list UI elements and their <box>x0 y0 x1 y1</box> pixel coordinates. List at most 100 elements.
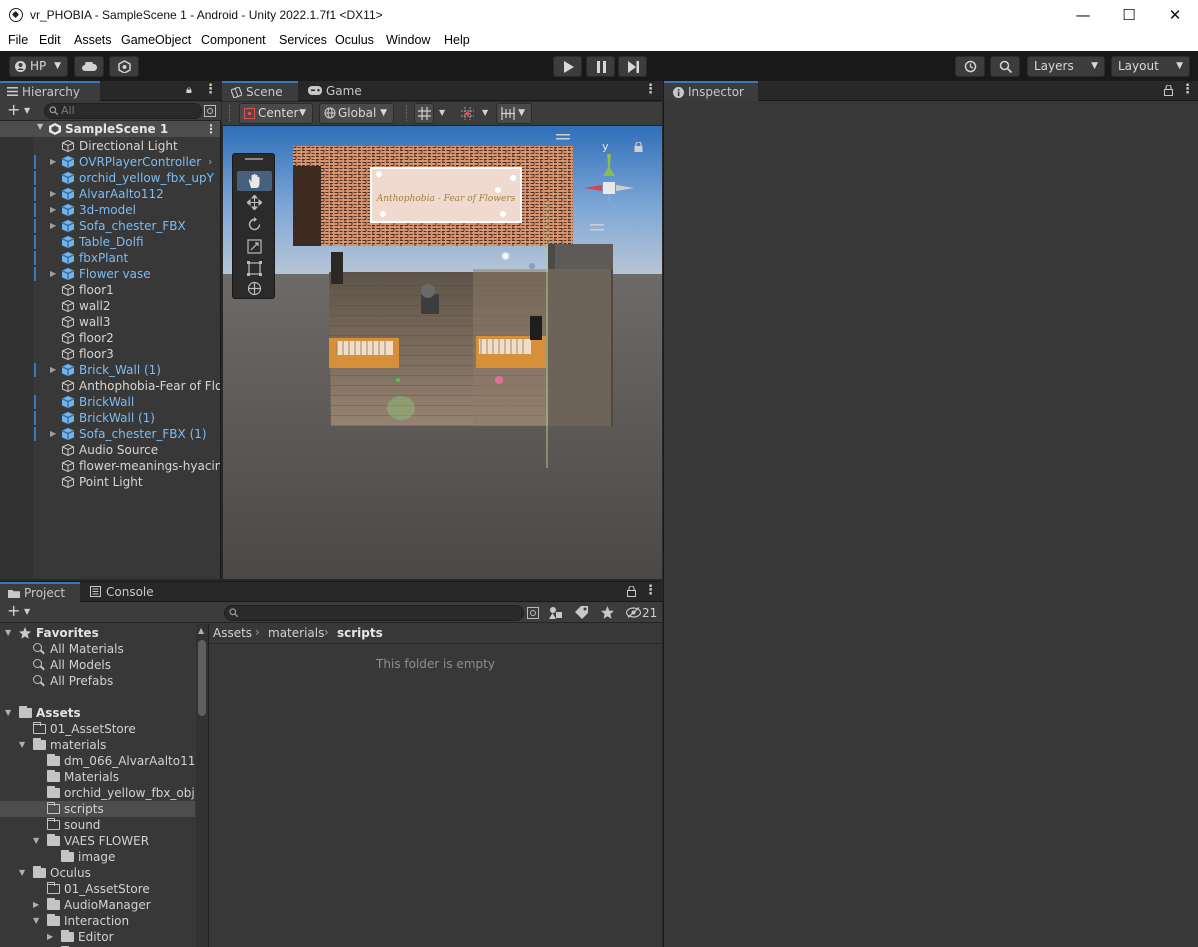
fold-closed-icon[interactable]: ▶ <box>50 186 56 202</box>
project-tree-item[interactable]: ▼ Favorites <box>0 625 195 641</box>
hierarchy-item[interactable]: fbxPlant <box>0 250 220 266</box>
hierarchy-item[interactable]: Audio Source <box>0 442 220 458</box>
search-by-type-icon[interactable] <box>527 607 539 619</box>
more-menu-icon[interactable]: ⋮ <box>644 82 657 97</box>
project-tree-item[interactable]: ▶ Editor <box>0 929 195 945</box>
orientation-gizmo[interactable]: y <box>578 140 648 231</box>
tree-scrollbar-thumb[interactable] <box>198 640 206 716</box>
project-tree-item[interactable]: 01_AssetStore <box>0 881 195 897</box>
breadcrumb-materials[interactable]: materials <box>268 626 324 640</box>
scale-tool-button[interactable] <box>237 237 272 257</box>
project-tree-item[interactable]: sound <box>0 817 195 833</box>
perspective-icon[interactable] <box>590 224 604 231</box>
tree-scrollbar[interactable]: ▲ <box>196 624 208 947</box>
fold-open-icon[interactable]: ▼ <box>33 833 39 849</box>
project-tree-item[interactable]: orchid_yellow_fbx_obj <box>0 785 195 801</box>
project-tree-item[interactable]: Materials <box>0 769 195 785</box>
view-options-dropdown[interactable]: ▼ <box>496 103 532 124</box>
tab-scene[interactable]: Scene <box>222 81 298 101</box>
hierarchy-search-input[interactable]: All <box>44 103 202 119</box>
fold-open-icon[interactable]: ▼ <box>5 625 11 641</box>
fold-closed-icon[interactable]: ▶ <box>33 897 39 913</box>
menu-window[interactable]: Window <box>386 33 430 47</box>
hidden-packages-icon[interactable] <box>626 607 641 618</box>
hierarchy-item[interactable]: ▶ OVRPlayerController › <box>0 154 220 170</box>
hierarchy-item[interactable]: ▶ Sofa_chester_FBX (1) <box>0 426 220 442</box>
hierarchy-item[interactable]: ▶ Flower vase <box>0 266 220 282</box>
project-tree-item[interactable]: scripts <box>0 801 195 817</box>
account-dropdown[interactable]: HP ▼ <box>9 56 68 77</box>
menu-assets[interactable]: Assets <box>74 33 112 47</box>
project-tree-item[interactable]: ▼ VAES FLOWER <box>0 833 195 849</box>
add-icon[interactable]: + <box>7 601 20 620</box>
project-tree-item[interactable]: All Models <box>0 657 195 673</box>
scene-row[interactable]: ▼ SampleScene 1 ⋮ <box>0 121 220 137</box>
scene-visibility-icon[interactable] <box>204 105 216 117</box>
project-tree-item[interactable]: ▼ Oculus <box>0 865 195 881</box>
star-icon[interactable] <box>601 606 614 619</box>
move-tool-button[interactable] <box>237 193 272 213</box>
fold-open-icon[interactable]: ▼ <box>5 705 11 721</box>
hierarchy-item[interactable]: Anthophobia-Fear of Flov <box>0 378 220 394</box>
scroll-up-icon[interactable]: ▲ <box>198 626 204 635</box>
tab-project[interactable]: Project <box>0 582 80 602</box>
hierarchy-item[interactable]: floor2 <box>0 330 220 346</box>
project-tree-item[interactable]: All Prefabs <box>0 673 195 689</box>
fold-closed-icon[interactable]: ▶ <box>50 362 56 378</box>
project-search-input[interactable] <box>224 605 524 621</box>
fold-open-icon[interactable]: ▼ <box>19 865 25 881</box>
fold-closed-icon[interactable]: ▶ <box>50 266 56 282</box>
chevron-right-icon[interactable]: › <box>208 154 212 170</box>
tab-inspector[interactable]: Inspector <box>664 81 758 101</box>
add-icon[interactable]: + <box>7 100 20 119</box>
chevron-down-icon[interactable]: ▼ <box>482 108 488 117</box>
grid-snap-button[interactable] <box>414 103 434 124</box>
hierarchy-item[interactable]: BrickWall (1) <box>0 410 220 426</box>
transform-tool-button[interactable] <box>237 279 272 299</box>
project-tree-item[interactable]: All Materials <box>0 641 195 657</box>
fold-open-icon[interactable]: ▼ <box>33 913 39 929</box>
hierarchy-item[interactable]: wall3 <box>0 314 220 330</box>
hierarchy-item[interactable]: Table_Dolfi <box>0 234 220 250</box>
breadcrumb-assets[interactable]: Assets <box>213 626 252 640</box>
layout-dropdown[interactable]: Layout ▼ <box>1111 56 1190 77</box>
fold-open-icon[interactable]: ▼ <box>19 737 25 753</box>
menu-oculus[interactable]: Oculus <box>335 33 374 47</box>
project-tree-item[interactable]: 01_AssetStore <box>0 721 195 737</box>
hierarchy-item[interactable]: ▶ Brick_Wall (1) <box>0 362 220 378</box>
menu-gameobject[interactable]: GameObject <box>121 33 191 47</box>
lock-icon[interactable]: 🔒︎ <box>186 83 192 97</box>
menu-component[interactable]: Component <box>201 33 266 47</box>
hierarchy-item[interactable]: orchid_yellow_fbx_upY <box>0 170 220 186</box>
breadcrumb-scripts[interactable]: scripts <box>337 626 383 640</box>
hierarchy-item[interactable]: ▶ Sofa_chester_FBX <box>0 218 220 234</box>
hierarchy-item[interactable]: ▶ 3d-model <box>0 202 220 218</box>
lock-icon[interactable] <box>627 586 636 597</box>
hierarchy-item[interactable]: Point Light <box>0 474 220 490</box>
scene-viewport[interactable]: Anthophobia - Fear of Flowers ✺ y <box>223 126 662 579</box>
close-button[interactable]: ✕ <box>1152 0 1198 31</box>
space-global-dropdown[interactable]: Global ▼ <box>319 103 394 124</box>
hand-tool-button[interactable] <box>237 171 272 191</box>
tab-game[interactable]: Game <box>302 81 372 101</box>
step-button[interactable] <box>618 56 647 77</box>
lock-icon[interactable] <box>1164 85 1173 96</box>
lock-icon[interactable] <box>634 142 643 152</box>
more-menu-icon[interactable]: ⋮ <box>644 583 657 598</box>
hierarchy-item[interactable]: Directional Light <box>0 138 220 154</box>
hierarchy-item[interactable]: floor1 <box>0 282 220 298</box>
project-tree-item[interactable]: ▼ Interaction <box>0 913 195 929</box>
project-tree-item[interactable]: image <box>0 849 195 865</box>
chevron-down-icon[interactable]: ▼ <box>439 108 445 117</box>
fold-closed-icon[interactable]: ▶ <box>50 202 56 218</box>
hierarchy-item[interactable]: ▶ AlvarAalto112 <box>0 186 220 202</box>
filter-by-label-icon[interactable] <box>575 606 588 619</box>
scene-menu-icon[interactable]: ⋮ <box>205 121 217 137</box>
pivot-center-dropdown[interactable]: Center ▼ <box>239 103 313 124</box>
rect-tool-button[interactable] <box>237 259 272 279</box>
chevron-down-icon[interactable]: ▼ <box>24 106 30 115</box>
tab-hierarchy[interactable]: Hierarchy <box>0 81 100 101</box>
hierarchy-item[interactable]: floor3 <box>0 346 220 362</box>
more-menu-icon[interactable]: ⋮ <box>204 82 217 97</box>
fold-closed-icon[interactable]: ▶ <box>50 218 56 234</box>
